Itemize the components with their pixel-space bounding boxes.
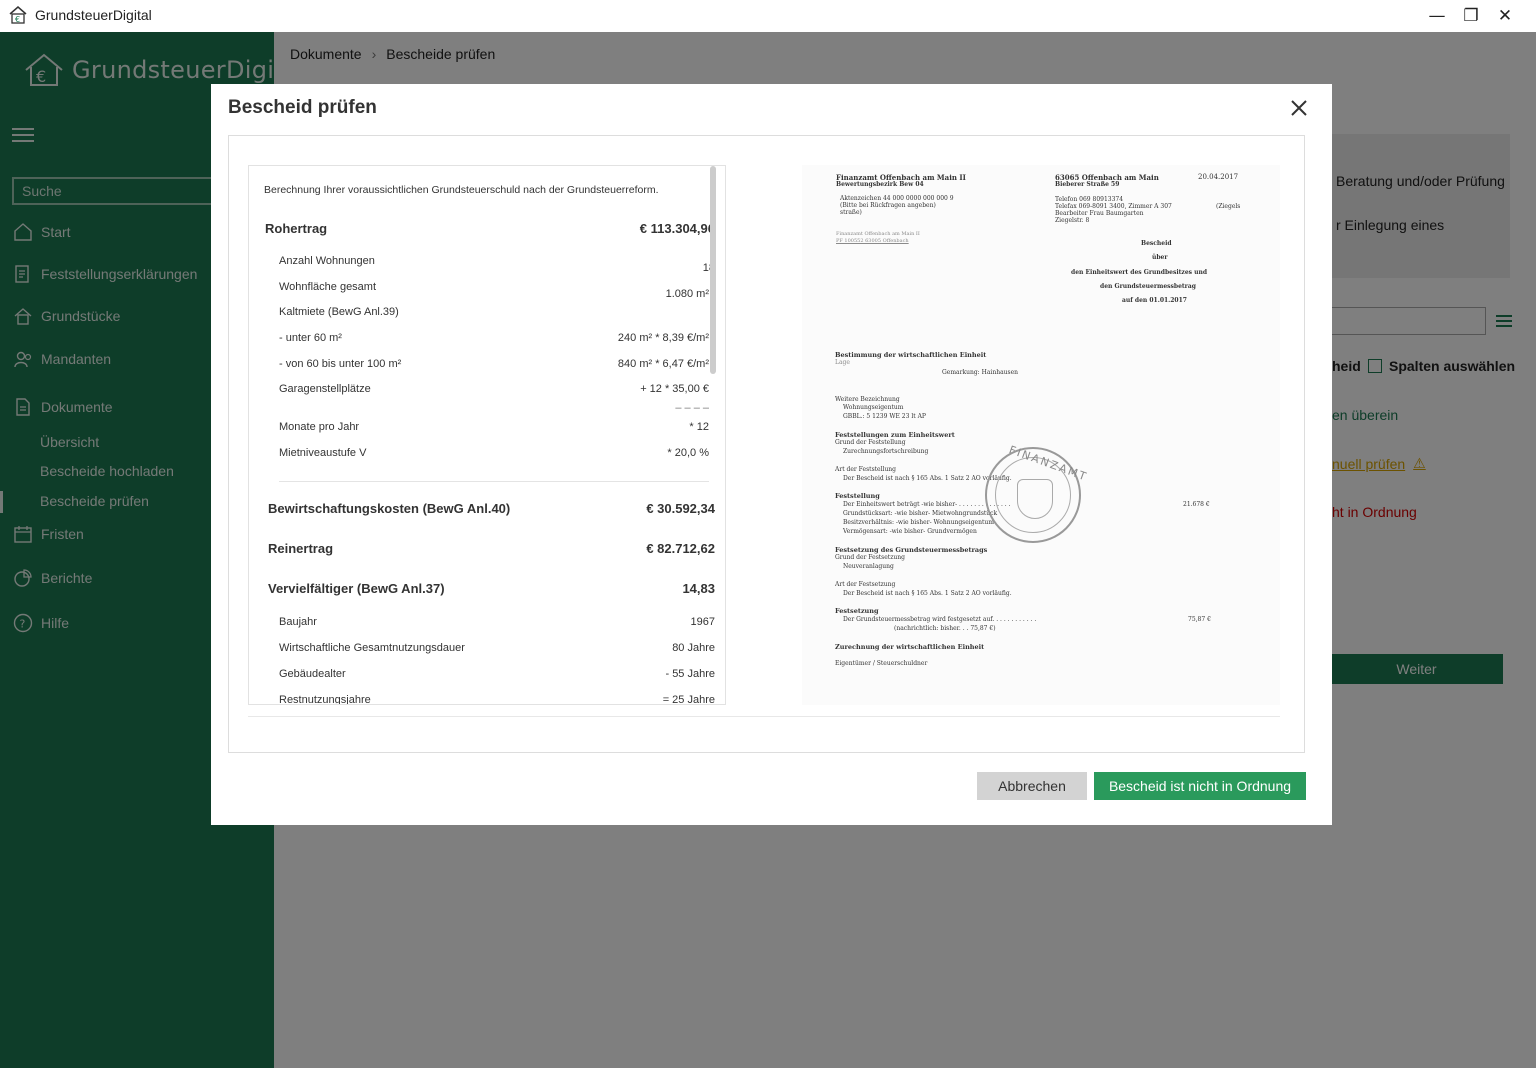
calc-value: 80 Jahre [672,642,715,654]
bescheid-pruefen-dialog: Bescheid prüfen Berechnung Ihrer vorauss… [211,84,1332,825]
doc-text: Besitzverhältnis: -wie bisher- Wohnungse… [843,519,994,526]
doc-text: Bearbeiter Frau Baumgarten [1055,210,1144,217]
calc-label: Gebäudealter [279,668,346,680]
doc-text: PF 100552 63005 Offenbach [836,238,909,244]
calc-label: Garagenstellplätze [279,383,371,395]
doc-text: Grund der Feststellung [835,439,906,446]
calc-value: - 55 Jahre [665,668,715,680]
calc-value: 1.080 m² [665,288,709,300]
calc-label: - unter 60 m² [279,332,342,344]
doc-text: Art der Feststellung [835,466,897,473]
doc-text: Art der Festsetzung [835,581,896,588]
doc-text: 21.678 € [1183,501,1210,508]
doc-text: Zurechnungsfortschreibung [843,448,929,455]
calc-value: 240 m² * 8,39 €/m² [617,332,709,344]
calc-value: € 82.712,62 [646,541,715,556]
doc-text: straße) [840,209,862,216]
doc-text: Zurechnung der wirtschaftlichen Einheit [835,643,985,651]
calc-scrollbar[interactable] [710,166,716,374]
calc-value: € 113.304,96 [639,221,715,236]
doc-text: 20.04.2017 [1198,173,1239,181]
calc-value: 1967 [690,616,715,628]
doc-text: (Bitte bei Rückfragen angeben) [840,202,936,209]
restore-button[interactable]: ❐ [1459,4,1483,28]
calc-value: = 25 Jahre [662,694,715,705]
calc-label: - von 60 bis unter 100 m² [279,358,402,370]
doc-text: Festsetzung [835,607,879,615]
calc-value: 14,83 [682,581,715,596]
doc-text: (Ziegels [1216,203,1241,210]
window-titlebar: € GrundsteuerDigital — ❐ ✕ [0,0,1536,32]
calc-label: Vervielfältiger (BewG Anl.37) [268,581,445,596]
minimize-icon: — [1428,6,1446,26]
doc-text: Wohnungseigentum [843,404,904,411]
doc-text: Der Bescheid ist nach § 165 Abs. 1 Satz … [843,590,1012,597]
calc-value: 840 m² * 6,47 €/m² [617,358,709,370]
doc-text: Grund der Festsetzung [835,554,905,561]
doc-text: Feststellung [835,492,880,500]
calc-label: Bewirtschaftungskosten (BewG Anl.40) [268,501,511,516]
calculation-panel[interactable]: Berechnung Ihrer voraussichtlichen Grund… [248,165,726,705]
app-logo-icon: € [9,6,27,24]
calc-value: € 30.592,34 [646,501,715,516]
doc-text: Telefon 069 80913374 [1055,196,1124,203]
calc-label: Rohertrag [265,221,328,236]
minimize-button[interactable]: — [1425,4,1449,28]
calc-value: + 12 * 35,00 € [640,383,709,395]
doc-text: Eigentümer / Steuerschuldner [835,660,928,667]
doc-text: 75,87 € [1188,616,1211,623]
restore-icon: ❐ [1463,6,1479,26]
cancel-button[interactable]: Abbrechen [977,772,1087,800]
doc-text: Bieberer Straße 59 [1055,181,1120,188]
svg-text:€: € [15,15,20,24]
calc-label: Reinertrag [268,541,334,556]
doc-text: Grundstücksart: -wie bisher- Mietwohngru… [843,510,998,517]
calc-label: Baujahr [279,616,317,628]
doc-text: Bewertungsbezirk Bew 04 [836,181,924,188]
doc-text: Festsetzung des Grundsteuermessbetrags [835,546,988,554]
doc-text: Lage [835,359,850,366]
doc-text: Telefax 069-8091 3400, Zimmer A 307 [1055,203,1172,210]
doc-text: (nachrichtlich: bisher. . . 75,87 €) [894,625,996,632]
calc-heading: Berechnung Ihrer voraussichtlichen Grund… [264,184,659,196]
doc-text: Bescheid [1141,240,1172,247]
calc-label: Anzahl Wohnungen [279,255,375,267]
close-icon: ✕ [1497,6,1513,26]
doc-text: den Einheitswert des Grundbesitzes und [1071,269,1208,276]
doc-text: Weitere Bezeichnung [835,396,900,403]
calc-value: * 12 [689,421,709,433]
close-window-button[interactable]: ✕ [1493,4,1517,28]
calc-label: Mietniveaustufe V [279,447,367,459]
calc-label: Wohnfläche gesamt [279,281,377,293]
doc-text: Bestimmung der wirtschaftlichen Einheit [835,351,987,359]
doc-text: den Grundsteuermessbetrag [1100,283,1196,290]
close-icon[interactable] [1289,98,1309,118]
calc-value: * 20,0 % [667,447,709,459]
doc-text: Feststellungen zum Einheitswert [835,431,955,439]
calc-label: Restnutzungsjahre [279,694,371,705]
divider [279,481,709,482]
calc-label: Monate pro Jahr [279,421,360,433]
doc-text: Aktenzeichen 44 000 0000 000 000 9 [840,195,954,202]
doc-text: GBBL.: 5 1239 WE 23 lt AP [843,413,926,420]
doc-text: auf den 01.01.2017 [1122,297,1187,304]
scanned-bescheid-image: Finanzamt Offenbach am Main II Bewertung… [802,165,1280,705]
doc-text: über [1152,254,1168,261]
doc-text: Gemarkung: Hainhausen [942,369,1019,376]
bescheid-nicht-in-ordnung-button[interactable]: Bescheid ist nicht in Ordnung [1094,772,1306,800]
document-viewer: Berechnung Ihrer voraussichtlichen Grund… [228,135,1305,753]
calc-label: Wirtschaftliche Gesamtnutzungsdauer [279,642,465,654]
doc-text: Ziegelstr. 8 [1055,217,1090,224]
calc-label: Kaltmiete (BewG Anl.39) [279,306,399,318]
finanzamt-seal-icon: FINANZAMT [985,443,1090,543]
doc-text: Vermögensart: -wie bisher- Grundvermögen [843,528,977,535]
dialog-title: Bescheid prüfen [228,97,377,118]
doc-text: Der Grundsteuermessbetrag wird festgeset… [843,616,1037,623]
doc-text: Neuveranlagung [843,563,894,570]
doc-text: Finanzamt Offenbach am Main II [836,231,920,237]
calc-value: – – – – [675,402,709,414]
window-title: GrundsteuerDigital [35,7,152,23]
divider [248,716,1280,717]
